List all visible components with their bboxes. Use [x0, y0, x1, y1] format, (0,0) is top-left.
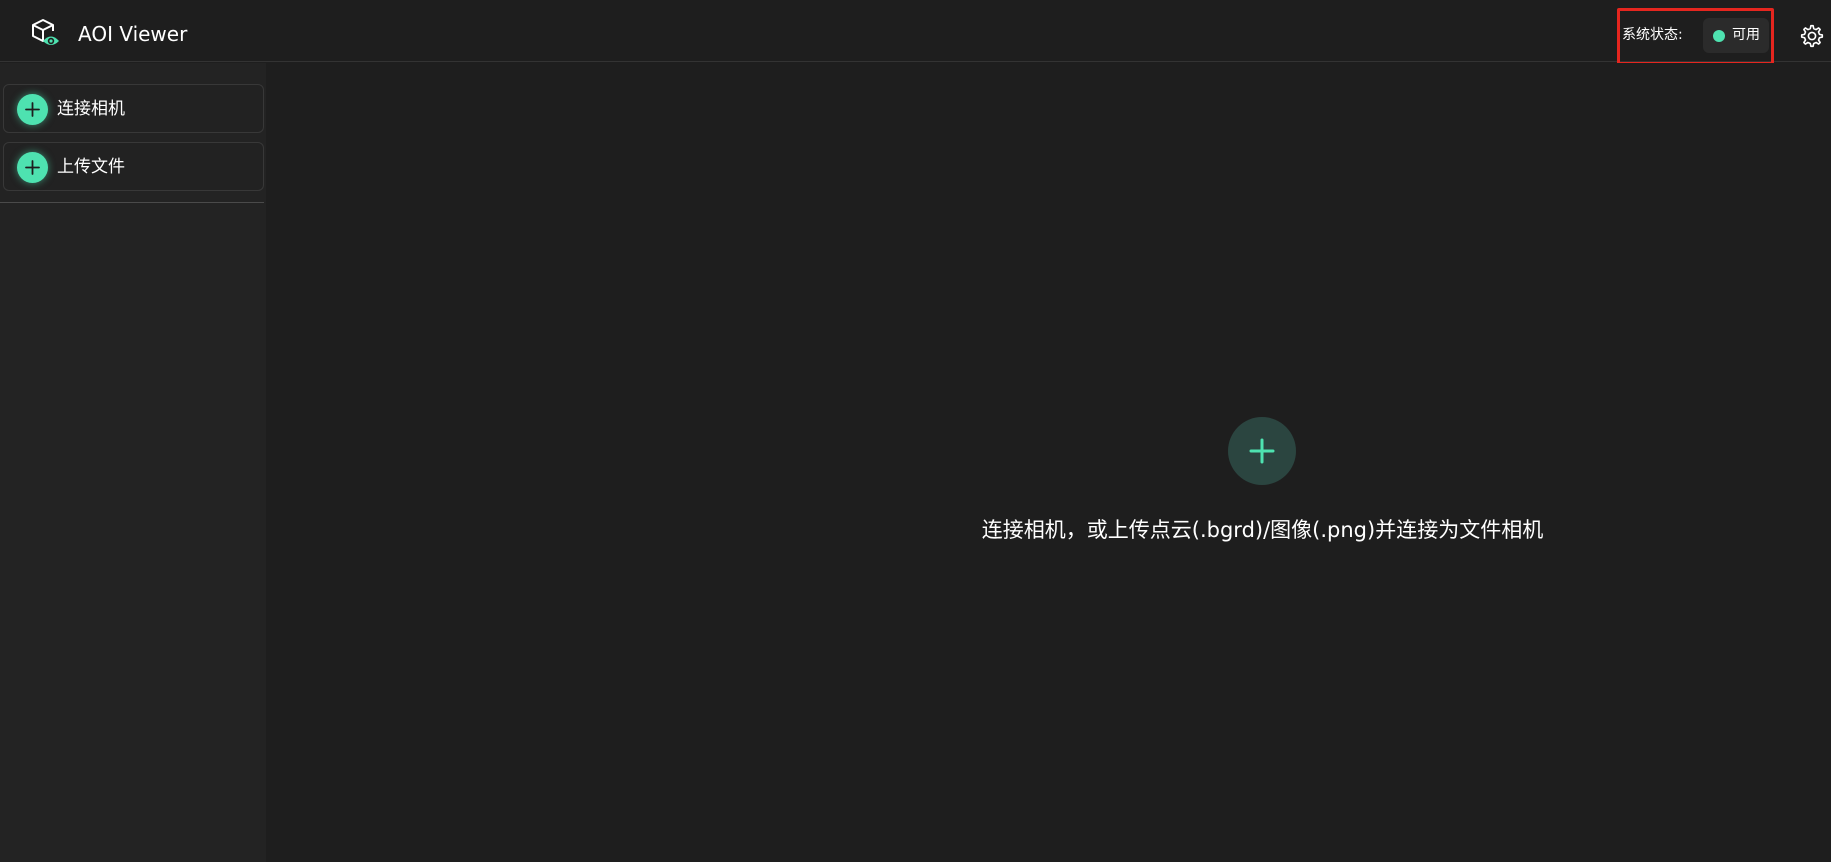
- upload-file-label: 上传文件: [57, 157, 125, 177]
- plus-icon: [1249, 438, 1275, 464]
- gear-icon[interactable]: [1799, 23, 1825, 49]
- empty-state-hint: 连接相机，或上传点云(.bgrd)/图像(.png)并连接为文件相机: [981, 518, 1544, 542]
- add-source-button[interactable]: [1228, 417, 1296, 485]
- upload-file-button[interactable]: 上传文件: [3, 142, 264, 191]
- plus-icon: [17, 94, 48, 125]
- status-value: 可用: [1732, 27, 1760, 43]
- status-dot-icon: [1713, 30, 1725, 42]
- plus-icon: [17, 152, 48, 183]
- connect-camera-button[interactable]: 连接相机: [3, 84, 264, 133]
- main-content-area: 连接相机，或上传点云(.bgrd)/图像(.png)并连接为文件相机: [266, 63, 1831, 862]
- connect-camera-label: 连接相机: [57, 99, 125, 119]
- sidebar-divider: [0, 202, 264, 203]
- app-window: AOI Viewer 系统状态: 可用 连接相机 上传文件 连接相机，或上传点云…: [0, 0, 1831, 862]
- sidebar: 连接相机 上传文件: [0, 63, 266, 862]
- system-status-label: 系统状态:: [1622, 27, 1683, 43]
- app-title: AOI Viewer: [78, 22, 188, 46]
- top-header: AOI Viewer 系统状态: 可用: [0, 3, 1831, 65]
- cube-eye-icon: [32, 19, 59, 45]
- status-badge: 可用: [1703, 18, 1769, 53]
